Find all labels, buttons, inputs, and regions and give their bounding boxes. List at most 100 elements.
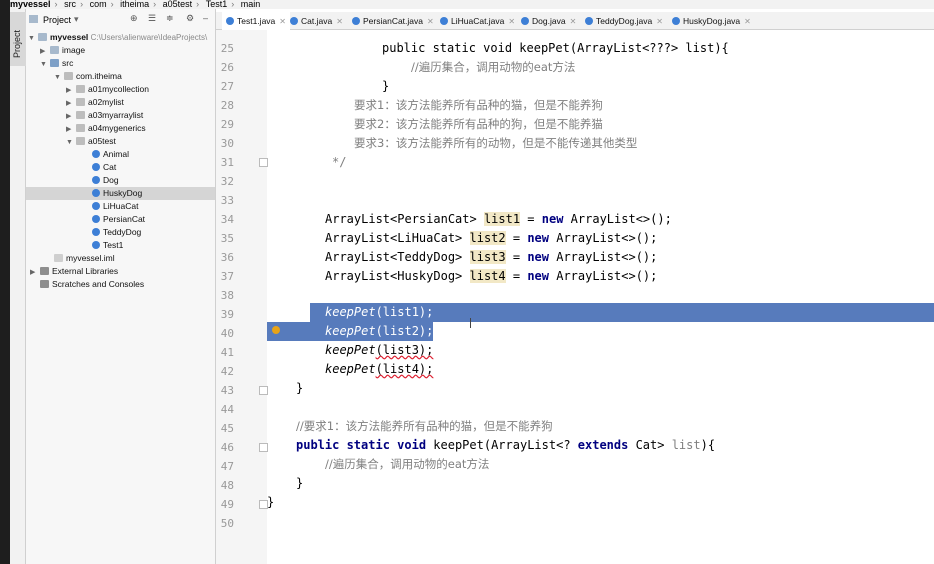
close-icon[interactable]: ✕ (744, 17, 751, 26)
hide-icon[interactable]: – (203, 13, 208, 23)
breadcrumb-itheima[interactable]: itheima (120, 0, 149, 9)
tree-item-test1[interactable]: Test1 (92, 239, 123, 252)
close-icon[interactable]: ✕ (336, 17, 343, 26)
close-icon[interactable]: ✕ (427, 17, 434, 26)
expand-arrow-icon[interactable]: ▼ (66, 136, 76, 149)
tab-label: Cat.java (301, 16, 333, 26)
breadcrumb: myvessel › src › com › itheima › a05test › Te… (10, 0, 934, 9)
tree-item-myvessel-iml[interactable]: myvessel.iml (54, 252, 115, 265)
code-line: } (382, 79, 390, 93)
code-variable: list3 (469, 250, 506, 264)
gear-icon[interactable]: ⚙ (186, 13, 194, 24)
class-icon (92, 163, 100, 171)
fold-marker-icon[interactable] (259, 443, 268, 452)
locate-icon[interactable]: ⊕ (130, 13, 138, 24)
tree-item-a02mylist[interactable]: ▶ a02mylist (66, 96, 124, 109)
line-number: 45 (220, 422, 234, 435)
tab-teddydog-java[interactable]: TeddyDog.java ✕ (585, 12, 663, 30)
tab-test1-java[interactable]: Test1.java ✕ (222, 12, 290, 32)
class-icon (521, 17, 529, 25)
tree-item-dog[interactable]: Dog (92, 174, 119, 187)
tree-item-scratches[interactable]: Scratches and Consoles (40, 278, 144, 291)
breadcrumb-test1[interactable]: Test1 (206, 0, 228, 9)
tree-item-a03myarraylist[interactable]: ▶ a03myarraylist (66, 109, 143, 122)
breadcrumb-main[interactable]: main (241, 0, 261, 9)
code-token: ArrayList<HuskyDog> (325, 269, 470, 283)
line-number: 37 (220, 270, 234, 283)
line-number: 48 (220, 479, 234, 492)
code-line: } (296, 476, 304, 490)
fold-marker-icon[interactable] (259, 158, 268, 167)
tab-label: LiHuaCat.java (451, 16, 505, 26)
project-view-selector[interactable]: Project (43, 15, 71, 25)
class-icon (92, 150, 100, 158)
tree-item-cat[interactable]: Cat (92, 161, 116, 174)
line-number: 46 (220, 441, 234, 454)
tab-huskydog-java[interactable]: HuskyDog.java ✕ (672, 12, 751, 30)
tree-item-a01mycollection[interactable]: ▶ a01mycollection (66, 83, 149, 96)
fold-marker-icon[interactable] (259, 386, 268, 395)
close-icon[interactable]: ✕ (570, 17, 577, 26)
project-tool-window-label: Project (12, 29, 22, 58)
breadcrumb-project[interactable]: myvessel (10, 0, 51, 9)
tree-item-external-libraries[interactable]: ▶ External Libraries (30, 265, 118, 278)
line-number: 33 (220, 194, 234, 207)
code-comment: 要求1：该方法能养所有品种的猫，但是不能养狗 (354, 98, 603, 112)
code-token: = (505, 269, 528, 283)
tree-item-myvessel[interactable]: ▼ myvessel C:\Users\alienware\IdeaProject… (28, 31, 207, 44)
tree-item-image[interactable]: ▶ image (40, 44, 85, 57)
project-tool-window-tab[interactable]: Project (10, 12, 26, 66)
code-parameter: list (671, 438, 701, 452)
collapse-arrow-icon[interactable]: ▶ (30, 266, 40, 279)
tree-item-label: a01mycollection (88, 84, 149, 94)
expand-all-icon[interactable]: ☰ (148, 13, 156, 24)
tree-item-label: com.itheima (76, 71, 122, 81)
tab-cat-java[interactable]: Cat.java ✕ (290, 12, 343, 30)
breadcrumb-src[interactable]: src (64, 0, 76, 9)
expand-arrow-icon[interactable]: ▼ (54, 71, 64, 84)
tree-item-huskydog[interactable]: HuskyDog (92, 187, 142, 200)
class-icon (352, 17, 360, 25)
tab-lihuacat-java[interactable]: LiHuaCat.java ✕ (440, 12, 515, 30)
code-line: keepPet(list4); (325, 360, 433, 379)
tree-item-label: Dog (103, 175, 119, 185)
scratches-icon (40, 280, 49, 288)
breakpoint-icon[interactable] (272, 326, 280, 334)
dropdown-arrow-icon[interactable]: ▾ (74, 14, 79, 25)
code-method-call: keepPet (325, 324, 376, 338)
breadcrumb-com[interactable]: com (90, 0, 107, 9)
tree-item-label: image (62, 45, 86, 55)
code-token: = (505, 250, 528, 264)
code-line: public static void keepPet(ArrayList<? e… (296, 436, 715, 455)
expand-arrow-icon[interactable]: ▼ (40, 58, 50, 71)
code-comment: //遍历集合，调用动物的eat方法 (325, 457, 490, 471)
expand-arrow-icon[interactable]: ▼ (28, 32, 38, 45)
line-number: 47 (220, 460, 234, 473)
package-icon (76, 111, 85, 119)
tree-item-src[interactable]: ▼ src (40, 57, 73, 70)
close-icon[interactable]: ✕ (508, 17, 515, 26)
tab-persiancat-java[interactable]: PersianCat.java ✕ (352, 12, 434, 30)
line-number: 27 (220, 80, 234, 93)
code-comment: */ (332, 155, 347, 169)
code-error-argument: (list3); (375, 343, 434, 357)
collapse-all-icon[interactable]: ≑ (166, 13, 174, 24)
breadcrumb-a05test[interactable]: a05test (163, 0, 193, 9)
tree-item-teddydog[interactable]: TeddyDog (92, 226, 141, 239)
close-icon[interactable]: ✕ (656, 17, 663, 26)
tree-item-a04mygenerics[interactable]: ▶ a04mygenerics (66, 122, 146, 135)
tab-dog-java[interactable]: Dog.java ✕ (521, 12, 576, 30)
tree-item-persiancat[interactable]: PersianCat (92, 213, 145, 226)
tree-item-com-itheima[interactable]: ▼ com.itheima (54, 70, 122, 83)
tree-item-label: TeddyDog (103, 227, 142, 237)
code-token: ){ (700, 438, 716, 452)
tree-item-label: myvessel (50, 32, 89, 42)
code-variable: list4 (469, 269, 506, 283)
class-icon (92, 176, 100, 184)
tree-item-lihuacat[interactable]: LiHuaCat (92, 200, 138, 213)
tree-item-animal[interactable]: Animal (92, 148, 129, 161)
tree-item-label: LiHuaCat (103, 201, 139, 211)
code-variable: list1 (483, 212, 521, 226)
close-icon[interactable]: ✕ (279, 17, 286, 26)
tree-item-a05test[interactable]: ▼ a05test (66, 135, 116, 148)
